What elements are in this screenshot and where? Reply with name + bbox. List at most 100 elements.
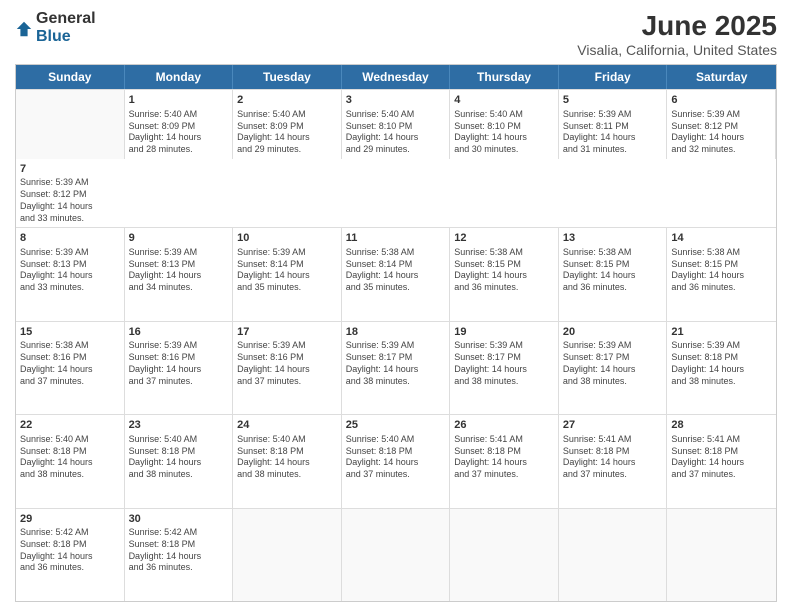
cell-text: Sunrise: 5:40 AMSunset: 8:10 PMDaylight:… bbox=[346, 109, 446, 156]
cell-text: Sunrise: 5:38 AMSunset: 8:14 PMDaylight:… bbox=[346, 247, 446, 294]
calendar-cell: 26Sunrise: 5:41 AMSunset: 8:18 PMDayligh… bbox=[450, 415, 559, 507]
cell-text: Sunrise: 5:39 AMSunset: 8:14 PMDaylight:… bbox=[237, 247, 337, 294]
calendar-header-cell: Saturday bbox=[667, 65, 776, 89]
calendar-cell: 6Sunrise: 5:39 AMSunset: 8:12 PMDaylight… bbox=[667, 90, 776, 159]
calendar-header: SundayMondayTuesdayWednesdayThursdayFrid… bbox=[16, 65, 776, 89]
calendar-cell: 23Sunrise: 5:40 AMSunset: 8:18 PMDayligh… bbox=[125, 415, 234, 507]
cell-text: Sunrise: 5:39 AMSunset: 8:16 PMDaylight:… bbox=[237, 340, 337, 387]
cell-text: Sunrise: 5:40 AMSunset: 8:10 PMDaylight:… bbox=[454, 109, 554, 156]
cell-text: Sunrise: 5:39 AMSunset: 8:18 PMDaylight:… bbox=[671, 340, 772, 387]
day-number: 8 bbox=[20, 231, 120, 246]
cell-text: Sunrise: 5:42 AMSunset: 8:18 PMDaylight:… bbox=[129, 527, 229, 574]
logo: General Blue bbox=[15, 10, 96, 45]
calendar-row: 29Sunrise: 5:42 AMSunset: 8:18 PMDayligh… bbox=[16, 508, 776, 601]
day-number: 15 bbox=[20, 325, 120, 340]
day-number: 28 bbox=[671, 418, 772, 433]
calendar-cell: 12Sunrise: 5:38 AMSunset: 8:15 PMDayligh… bbox=[450, 228, 559, 320]
calendar-cell: 9Sunrise: 5:39 AMSunset: 8:13 PMDaylight… bbox=[125, 228, 234, 320]
calendar-cell: 3Sunrise: 5:40 AMSunset: 8:10 PMDaylight… bbox=[342, 90, 451, 159]
cell-text: Sunrise: 5:39 AMSunset: 8:16 PMDaylight:… bbox=[129, 340, 229, 387]
calendar-cell: 10Sunrise: 5:39 AMSunset: 8:14 PMDayligh… bbox=[233, 228, 342, 320]
main-title: June 2025 bbox=[577, 10, 777, 42]
logo-text: General Blue bbox=[36, 10, 96, 45]
logo-general: General bbox=[36, 10, 96, 28]
calendar-row: 22Sunrise: 5:40 AMSunset: 8:18 PMDayligh… bbox=[16, 414, 776, 507]
cell-text: Sunrise: 5:39 AMSunset: 8:11 PMDaylight:… bbox=[563, 109, 663, 156]
day-number: 13 bbox=[563, 231, 663, 246]
calendar-cell: 7Sunrise: 5:39 AMSunset: 8:12 PMDaylight… bbox=[16, 159, 125, 228]
calendar-cell bbox=[667, 509, 776, 601]
day-number: 26 bbox=[454, 418, 554, 433]
day-number: 19 bbox=[454, 325, 554, 340]
cell-text: Sunrise: 5:41 AMSunset: 8:18 PMDaylight:… bbox=[671, 434, 772, 481]
calendar-cell: 13Sunrise: 5:38 AMSunset: 8:15 PMDayligh… bbox=[559, 228, 668, 320]
calendar-cell: 25Sunrise: 5:40 AMSunset: 8:18 PMDayligh… bbox=[342, 415, 451, 507]
day-number: 30 bbox=[129, 512, 229, 527]
day-number: 11 bbox=[346, 231, 446, 246]
calendar-cell: 19Sunrise: 5:39 AMSunset: 8:17 PMDayligh… bbox=[450, 322, 559, 414]
cell-text: Sunrise: 5:40 AMSunset: 8:18 PMDaylight:… bbox=[237, 434, 337, 481]
day-number: 20 bbox=[563, 325, 663, 340]
calendar-header-cell: Thursday bbox=[450, 65, 559, 89]
day-number: 4 bbox=[454, 93, 554, 108]
day-number: 2 bbox=[237, 93, 337, 108]
calendar: SundayMondayTuesdayWednesdayThursdayFrid… bbox=[15, 64, 777, 602]
day-number: 29 bbox=[20, 512, 120, 527]
calendar-row: 15Sunrise: 5:38 AMSunset: 8:16 PMDayligh… bbox=[16, 321, 776, 414]
page: General Blue June 2025 Visalia, Californ… bbox=[0, 0, 792, 612]
cell-text: Sunrise: 5:41 AMSunset: 8:18 PMDaylight:… bbox=[454, 434, 554, 481]
day-number: 6 bbox=[671, 93, 771, 108]
cell-text: Sunrise: 5:40 AMSunset: 8:09 PMDaylight:… bbox=[129, 109, 229, 156]
day-number: 1 bbox=[129, 93, 229, 108]
calendar-cell: 28Sunrise: 5:41 AMSunset: 8:18 PMDayligh… bbox=[667, 415, 776, 507]
calendar-header-cell: Monday bbox=[125, 65, 234, 89]
day-number: 9 bbox=[129, 231, 229, 246]
calendar-cell: 11Sunrise: 5:38 AMSunset: 8:14 PMDayligh… bbox=[342, 228, 451, 320]
day-number: 10 bbox=[237, 231, 337, 246]
calendar-cell: 24Sunrise: 5:40 AMSunset: 8:18 PMDayligh… bbox=[233, 415, 342, 507]
day-number: 27 bbox=[563, 418, 663, 433]
day-number: 14 bbox=[671, 231, 772, 246]
cell-text: Sunrise: 5:38 AMSunset: 8:15 PMDaylight:… bbox=[454, 247, 554, 294]
day-number: 3 bbox=[346, 93, 446, 108]
cell-text: Sunrise: 5:39 AMSunset: 8:12 PMDaylight:… bbox=[671, 109, 771, 156]
day-number: 16 bbox=[129, 325, 229, 340]
calendar-cell: 27Sunrise: 5:41 AMSunset: 8:18 PMDayligh… bbox=[559, 415, 668, 507]
day-number: 18 bbox=[346, 325, 446, 340]
cell-text: Sunrise: 5:41 AMSunset: 8:18 PMDaylight:… bbox=[563, 434, 663, 481]
cell-text: Sunrise: 5:39 AMSunset: 8:17 PMDaylight:… bbox=[563, 340, 663, 387]
day-number: 21 bbox=[671, 325, 772, 340]
day-number: 5 bbox=[563, 93, 663, 108]
calendar-cell: 2Sunrise: 5:40 AMSunset: 8:09 PMDaylight… bbox=[233, 90, 342, 159]
calendar-row: 1Sunrise: 5:40 AMSunset: 8:09 PMDaylight… bbox=[16, 89, 776, 227]
header: General Blue June 2025 Visalia, Californ… bbox=[15, 10, 777, 58]
day-number: 7 bbox=[20, 162, 121, 177]
calendar-cell: 20Sunrise: 5:39 AMSunset: 8:17 PMDayligh… bbox=[559, 322, 668, 414]
calendar-cell-empty bbox=[16, 90, 125, 159]
cell-text: Sunrise: 5:38 AMSunset: 8:15 PMDaylight:… bbox=[671, 247, 772, 294]
cell-text: Sunrise: 5:39 AMSunset: 8:17 PMDaylight:… bbox=[346, 340, 446, 387]
cell-text: Sunrise: 5:40 AMSunset: 8:09 PMDaylight:… bbox=[237, 109, 337, 156]
calendar-cell: 16Sunrise: 5:39 AMSunset: 8:16 PMDayligh… bbox=[125, 322, 234, 414]
calendar-cell: 4Sunrise: 5:40 AMSunset: 8:10 PMDaylight… bbox=[450, 90, 559, 159]
cell-text: Sunrise: 5:38 AMSunset: 8:16 PMDaylight:… bbox=[20, 340, 120, 387]
calendar-header-cell: Friday bbox=[559, 65, 668, 89]
cell-text: Sunrise: 5:40 AMSunset: 8:18 PMDaylight:… bbox=[20, 434, 120, 481]
calendar-cell bbox=[233, 509, 342, 601]
calendar-body: 1Sunrise: 5:40 AMSunset: 8:09 PMDaylight… bbox=[16, 89, 776, 601]
logo-blue: Blue bbox=[36, 28, 96, 46]
day-number: 23 bbox=[129, 418, 229, 433]
day-number: 24 bbox=[237, 418, 337, 433]
calendar-cell: 18Sunrise: 5:39 AMSunset: 8:17 PMDayligh… bbox=[342, 322, 451, 414]
cell-text: Sunrise: 5:40 AMSunset: 8:18 PMDaylight:… bbox=[129, 434, 229, 481]
calendar-cell: 21Sunrise: 5:39 AMSunset: 8:18 PMDayligh… bbox=[667, 322, 776, 414]
title-block: June 2025 Visalia, California, United St… bbox=[577, 10, 777, 58]
calendar-row: 8Sunrise: 5:39 AMSunset: 8:13 PMDaylight… bbox=[16, 227, 776, 320]
cell-text: Sunrise: 5:39 AMSunset: 8:13 PMDaylight:… bbox=[20, 247, 120, 294]
cell-text: Sunrise: 5:39 AMSunset: 8:12 PMDaylight:… bbox=[20, 177, 121, 224]
calendar-cell bbox=[342, 509, 451, 601]
cell-text: Sunrise: 5:42 AMSunset: 8:18 PMDaylight:… bbox=[20, 527, 120, 574]
calendar-cell: 22Sunrise: 5:40 AMSunset: 8:18 PMDayligh… bbox=[16, 415, 125, 507]
calendar-cell bbox=[450, 509, 559, 601]
calendar-cell: 29Sunrise: 5:42 AMSunset: 8:18 PMDayligh… bbox=[16, 509, 125, 601]
